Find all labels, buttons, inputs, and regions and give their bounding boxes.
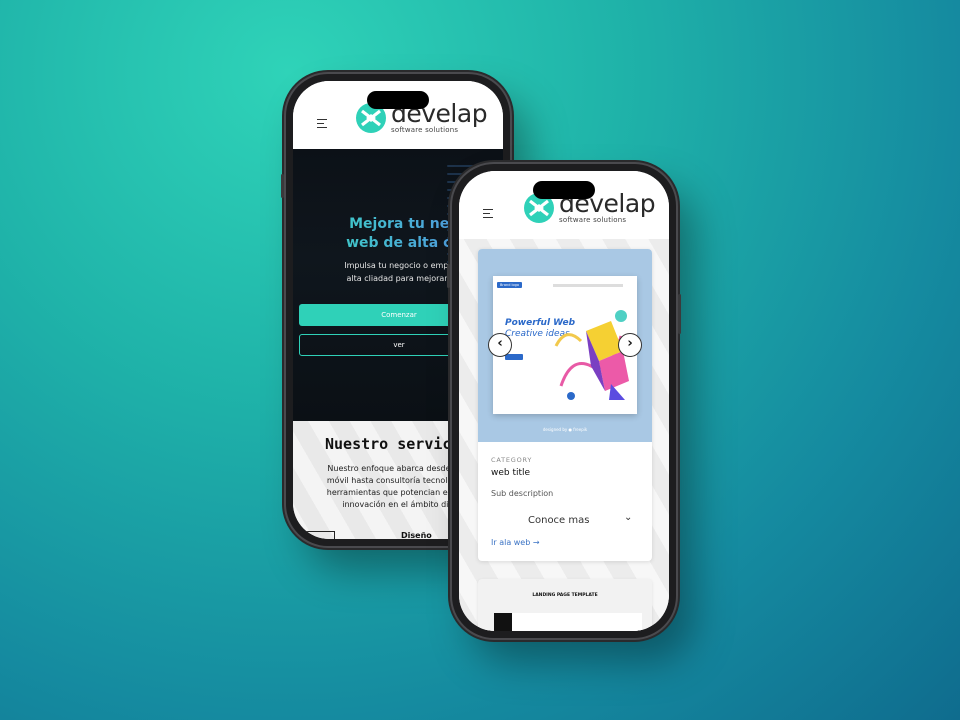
project-category: CATEGORY xyxy=(491,456,533,464)
dynamic-island xyxy=(367,91,429,109)
project-card-2-title: LANDING PAGE TEMPLATE xyxy=(532,593,598,598)
portfolio-section: Brand logo Powerful Web Creative ideas d… xyxy=(459,239,669,631)
logo-tagline: software solutions xyxy=(559,216,627,224)
project-card-2-image xyxy=(494,613,642,631)
menu-icon[interactable] xyxy=(483,209,493,221)
screen-right: develap software solutions Brand logo Po… xyxy=(459,171,669,631)
project-carousel[interactable]: Brand logo Powerful Web Creative ideas d… xyxy=(478,249,652,442)
service-design-label: Diseño xyxy=(401,531,432,539)
logo-tagline: software solutions xyxy=(391,126,459,134)
menu-icon[interactable] xyxy=(317,119,327,131)
project-subtitle: Sub description xyxy=(491,489,554,498)
design-icon xyxy=(305,531,335,539)
project-card-2: LANDING PAGE TEMPLATE xyxy=(478,579,652,631)
chevron-left-icon: ‹ xyxy=(497,336,503,351)
go-to-website-link[interactable]: Ir ala web → xyxy=(491,538,540,547)
preview-button xyxy=(505,354,523,360)
volume-button xyxy=(281,174,284,198)
carousel-prev-button[interactable]: ‹ xyxy=(488,333,512,357)
chevron-down-icon[interactable]: ⌄ xyxy=(624,512,632,523)
project-preview-image: Brand logo Powerful Web Creative ideas xyxy=(493,276,637,414)
carousel-next-button[interactable]: › xyxy=(618,333,642,357)
project-title: web title xyxy=(491,468,531,478)
learn-more-toggle[interactable]: Conoce mas xyxy=(528,515,589,526)
services-title: Nuestro servic xyxy=(325,435,452,453)
preview-nav xyxy=(553,284,623,287)
project-card: Brand logo Powerful Web Creative ideas d… xyxy=(478,249,652,561)
dynamic-island xyxy=(533,181,595,199)
volume-button xyxy=(447,264,450,288)
phone-right: develap software solutions Brand logo Po… xyxy=(447,164,681,638)
power-button xyxy=(678,294,681,334)
preview-logo: Brand logo xyxy=(497,282,523,288)
chevron-right-icon: › xyxy=(627,336,633,351)
preview-credit: designed by ● freepik xyxy=(542,427,588,432)
